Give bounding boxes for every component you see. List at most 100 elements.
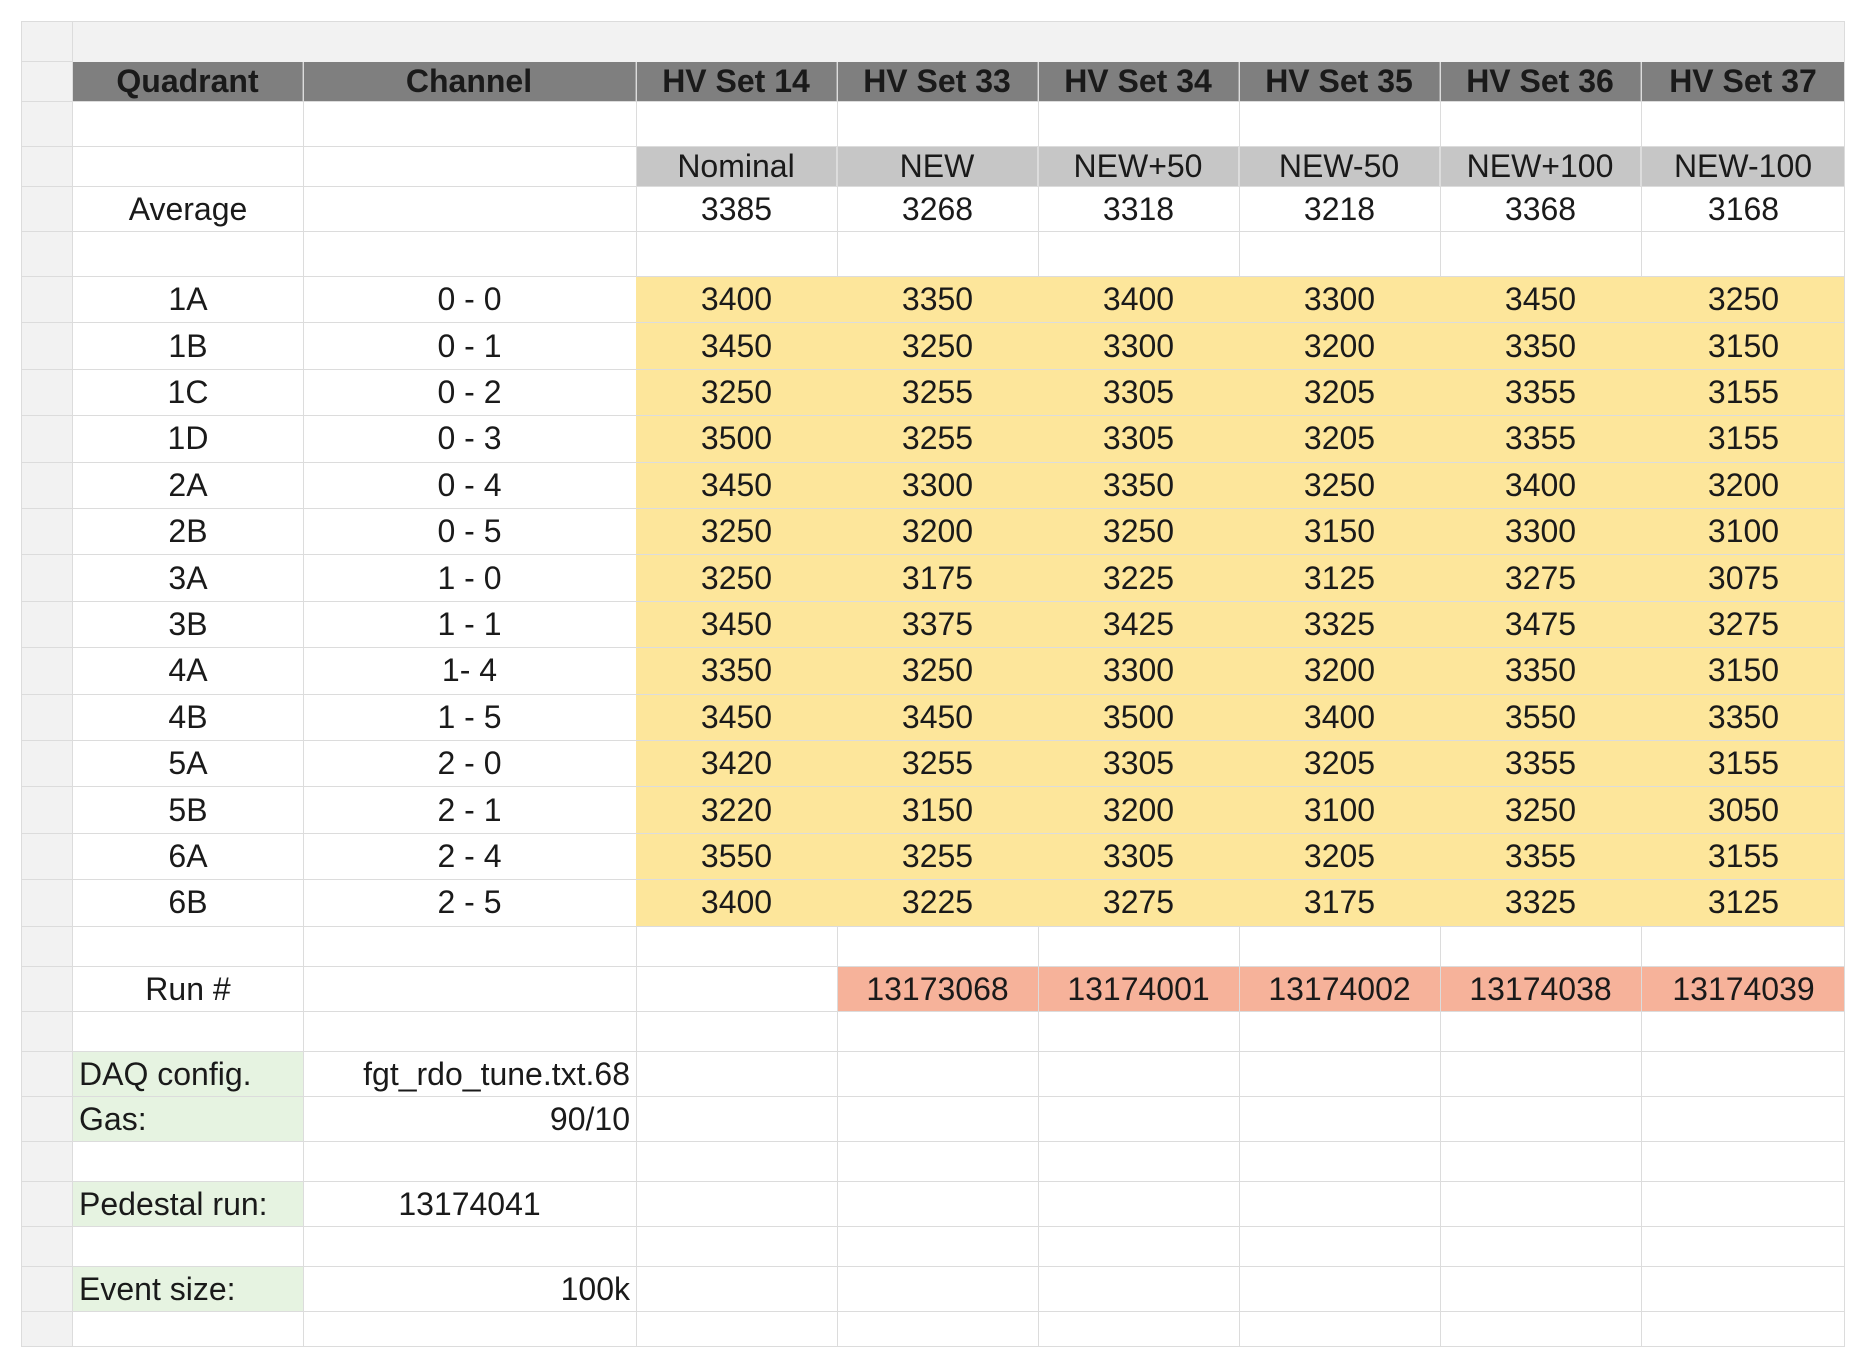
- hv-value-cell[interactable]: 3275: [1641, 601, 1844, 648]
- hv-value-cell[interactable]: 3450: [636, 694, 837, 740]
- hv-value-cell[interactable]: 3400: [1440, 462, 1641, 508]
- hv-value-cell[interactable]: 3400: [1239, 694, 1440, 740]
- header-hv-set-35[interactable]: HV Set 35: [1239, 62, 1440, 101]
- quadrant-cell[interactable]: 1B: [73, 323, 303, 368]
- hv-value-cell[interactable]: 3155: [1641, 833, 1844, 880]
- hv-value-cell[interactable]: 3450: [837, 694, 1038, 740]
- header-hv-set-14[interactable]: HV Set 14: [636, 62, 837, 101]
- hv-value-cell[interactable]: 3350: [1440, 648, 1641, 694]
- quadrant-cell[interactable]: 4B: [73, 695, 303, 740]
- hv-value-cell[interactable]: 3350: [1641, 694, 1844, 740]
- hv-value-cell[interactable]: 3275: [1440, 555, 1641, 601]
- hv-value-cell[interactable]: 3500: [1038, 694, 1239, 740]
- hv-value-cell[interactable]: 3250: [837, 648, 1038, 694]
- daq-config-label[interactable]: DAQ config.: [73, 1052, 303, 1096]
- hv-value-cell[interactable]: 3075: [1641, 555, 1844, 601]
- channel-cell[interactable]: 0 - 3: [303, 416, 636, 461]
- hv-value-cell[interactable]: 3355: [1440, 741, 1641, 787]
- hv-value-cell[interactable]: 3450: [636, 462, 837, 508]
- channel-cell[interactable]: 2 - 5: [303, 880, 636, 925]
- hv-value-cell[interactable]: 3225: [1038, 555, 1239, 601]
- hv-value-cell[interactable]: 3205: [1239, 369, 1440, 416]
- hv-value-cell[interactable]: 3550: [636, 833, 837, 880]
- hv-value-cell[interactable]: 3255: [837, 833, 1038, 880]
- run-number[interactable]: 13174001: [1038, 967, 1239, 1011]
- channel-cell[interactable]: 1 - 1: [303, 602, 636, 647]
- hv-value-cell[interactable]: 3255: [837, 369, 1038, 416]
- hv-value-cell[interactable]: 3450: [1440, 277, 1641, 323]
- hv-value-cell[interactable]: 3355: [1440, 416, 1641, 462]
- hv-value-cell[interactable]: 3250: [636, 509, 837, 555]
- quadrant-cell[interactable]: 6B: [73, 880, 303, 925]
- header-quadrant[interactable]: Quadrant: [73, 62, 303, 101]
- channel-cell[interactable]: 1 - 0: [303, 555, 636, 600]
- average-label[interactable]: Average: [73, 187, 303, 231]
- hv-value-cell[interactable]: 3355: [1440, 369, 1641, 416]
- hv-value-cell[interactable]: 3155: [1641, 369, 1844, 416]
- hv-value-cell[interactable]: 3305: [1038, 741, 1239, 787]
- hv-value-cell[interactable]: 3100: [1641, 509, 1844, 555]
- pedestal-label[interactable]: Pedestal run:: [73, 1182, 303, 1226]
- quadrant-cell[interactable]: 3A: [73, 555, 303, 600]
- run-number[interactable]: 13174002: [1239, 967, 1440, 1011]
- hv-value-cell[interactable]: 3205: [1239, 416, 1440, 462]
- quadrant-cell[interactable]: 5A: [73, 741, 303, 786]
- hv-value-cell[interactable]: 3300: [1239, 277, 1440, 323]
- hv-value-cell[interactable]: 3255: [837, 741, 1038, 787]
- daq-config-value[interactable]: fgt_rdo_tune.txt.68: [303, 1052, 636, 1096]
- average-value[interactable]: 3385: [636, 187, 837, 231]
- hv-value-cell[interactable]: 3250: [1239, 462, 1440, 508]
- channel-cell[interactable]: 0 - 2: [303, 370, 636, 415]
- header-channel[interactable]: Channel: [303, 62, 636, 101]
- quadrant-cell[interactable]: 1D: [73, 416, 303, 461]
- quadrant-cell[interactable]: 1C: [73, 370, 303, 415]
- hv-value-cell[interactable]: 3200: [1239, 323, 1440, 369]
- hv-value-cell[interactable]: 3175: [1239, 880, 1440, 926]
- run-number[interactable]: 13174038: [1440, 967, 1641, 1011]
- run-label[interactable]: Run #: [73, 967, 303, 1011]
- hv-value-cell[interactable]: 3150: [837, 787, 1038, 833]
- gas-label[interactable]: Gas:: [73, 1097, 303, 1141]
- hv-value-cell[interactable]: 3325: [1440, 880, 1641, 926]
- hv-value-cell[interactable]: 3250: [1440, 787, 1641, 833]
- subheader-cell[interactable]: NEW+100: [1440, 147, 1641, 186]
- hv-value-cell[interactable]: 3475: [1440, 601, 1641, 648]
- hv-value-cell[interactable]: 3200: [1641, 462, 1844, 508]
- event-size-label[interactable]: Event size:: [73, 1267, 303, 1311]
- quadrant-cell[interactable]: 6A: [73, 834, 303, 879]
- hv-value-cell[interactable]: 3550: [1440, 694, 1641, 740]
- hv-value-cell[interactable]: 3400: [1038, 277, 1239, 323]
- average-value[interactable]: 3318: [1038, 187, 1239, 231]
- run-number[interactable]: 13173068: [837, 967, 1038, 1011]
- quadrant-cell[interactable]: 1A: [73, 277, 303, 322]
- header-hv-set-36[interactable]: HV Set 36: [1440, 62, 1641, 101]
- channel-cell[interactable]: 2 - 4: [303, 834, 636, 879]
- hv-value-cell[interactable]: 3205: [1239, 741, 1440, 787]
- average-value[interactable]: 3268: [837, 187, 1038, 231]
- hv-value-cell[interactable]: 3155: [1641, 416, 1844, 462]
- subheader-cell[interactable]: NEW-100: [1641, 147, 1844, 186]
- hv-value-cell[interactable]: 3275: [1038, 880, 1239, 926]
- hv-value-cell[interactable]: 3150: [1239, 509, 1440, 555]
- quadrant-cell[interactable]: 4A: [73, 648, 303, 693]
- hv-value-cell[interactable]: 3305: [1038, 369, 1239, 416]
- hv-value-cell[interactable]: 3150: [1641, 323, 1844, 369]
- hv-value-cell[interactable]: 3200: [1239, 648, 1440, 694]
- average-value[interactable]: 3168: [1641, 187, 1844, 231]
- hv-value-cell[interactable]: 3200: [837, 509, 1038, 555]
- hv-value-cell[interactable]: 3155: [1641, 741, 1844, 787]
- hv-value-cell[interactable]: 3375: [837, 601, 1038, 648]
- average-value[interactable]: 3218: [1239, 187, 1440, 231]
- hv-value-cell[interactable]: 3325: [1239, 601, 1440, 648]
- average-value[interactable]: 3368: [1440, 187, 1641, 231]
- hv-value-cell[interactable]: 3305: [1038, 833, 1239, 880]
- quadrant-cell[interactable]: 2A: [73, 463, 303, 508]
- hv-value-cell[interactable]: 3300: [1440, 509, 1641, 555]
- hv-value-cell[interactable]: 3250: [1038, 509, 1239, 555]
- hv-value-cell[interactable]: 3050: [1641, 787, 1844, 833]
- event-size-value[interactable]: 100k: [303, 1267, 636, 1311]
- hv-value-cell[interactable]: 3420: [636, 741, 837, 787]
- hv-value-cell[interactable]: 3300: [1038, 648, 1239, 694]
- hv-value-cell[interactable]: 3400: [636, 880, 837, 926]
- header-hv-set-34[interactable]: HV Set 34: [1038, 62, 1239, 101]
